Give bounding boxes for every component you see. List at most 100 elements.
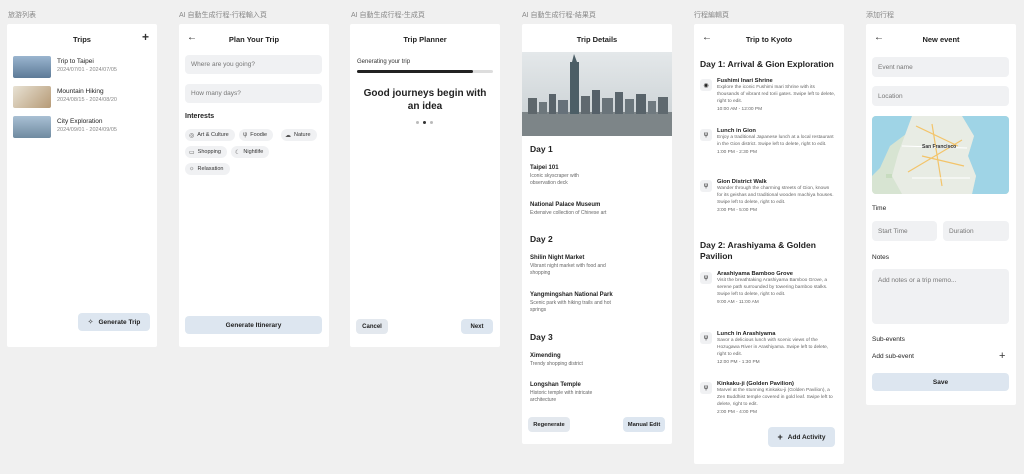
location-input[interactable]: Location bbox=[872, 86, 1009, 106]
next-button[interactable]: Next bbox=[461, 319, 493, 334]
palette-icon: ◎ bbox=[189, 132, 195, 139]
trip-item[interactable]: Trip to Taipei 2024/07/01 - 2024/07/05 bbox=[13, 56, 117, 78]
carousel-dot[interactable] bbox=[430, 121, 433, 124]
cloud-icon: ☁ bbox=[285, 132, 291, 139]
fork-knife-icon: ψ bbox=[243, 132, 248, 138]
trip-dates: 2024/07/01 - 2024/07/05 bbox=[57, 67, 117, 73]
map-city-label: San Francisco bbox=[922, 144, 957, 150]
activity-item[interactable]: ψ Lunch in Arashiyama Savor a delicious l… bbox=[700, 331, 836, 367]
interest-chip[interactable]: ◎ Art & Culture bbox=[185, 129, 235, 141]
activity-item[interactable]: ◉ Fushimi Inari Shrine Explore the iconic… bbox=[700, 78, 836, 114]
activity-time: 3:00 PM - 5:00 PM bbox=[717, 207, 757, 213]
place-item[interactable]: Yangmingshan National Park Scenic park wi… bbox=[530, 292, 645, 315]
activity-desc: Enjoy a traditional Japanese lunch at a … bbox=[717, 135, 834, 147]
place-item[interactable]: Longshan Temple Historic temple with intr… bbox=[530, 382, 645, 405]
activity-time: 9:00 AM - 11:00 AM bbox=[717, 299, 759, 305]
page-title: Trip Planner bbox=[403, 34, 447, 44]
add-trip-button[interactable]: + bbox=[142, 31, 149, 43]
page-title: Trip Details bbox=[576, 34, 618, 44]
chip-label: Nature bbox=[294, 132, 311, 138]
add-subevent-label[interactable]: Add sub-event bbox=[872, 353, 914, 360]
place-name: Taipei 101 bbox=[530, 165, 559, 171]
save-button[interactable]: Save bbox=[872, 373, 1009, 391]
activity-item[interactable]: ψ Arashiyama Bamboo Grove Visit the breat… bbox=[700, 271, 836, 307]
back-arrow-icon[interactable]: ← bbox=[702, 32, 714, 44]
place-item[interactable]: Taipei 101 Iconic skyscraper with observa… bbox=[530, 165, 645, 188]
details-header: Trip Details bbox=[522, 24, 672, 54]
activity-name: Lunch in Arashiyama bbox=[717, 331, 776, 337]
place-item[interactable]: National Palace Museum Extensive collecti… bbox=[530, 202, 645, 217]
carousel-dot[interactable] bbox=[416, 121, 419, 124]
place-desc: Extensive collection of Chinese art bbox=[530, 210, 607, 216]
trip-thumbnail bbox=[13, 116, 51, 138]
activity-item[interactable]: ψ Lunch in Gion Enjoy a traditional Japan… bbox=[700, 128, 836, 157]
page-title: Plan Your Trip bbox=[228, 34, 280, 44]
manual-edit-button[interactable]: Manual Edit bbox=[623, 417, 665, 432]
frame-label-details: AI 自動生成行程-結果頁 bbox=[522, 12, 596, 19]
trip-item[interactable]: City Exploration 2024/09/01 - 2024/09/05 bbox=[13, 116, 117, 138]
eye-icon: ◉ bbox=[700, 79, 712, 91]
regenerate-button[interactable]: Regenerate bbox=[528, 417, 570, 432]
generate-trip-label: Generate Trip bbox=[98, 318, 141, 326]
duration-input[interactable]: Duration bbox=[943, 221, 1009, 241]
planner-screen: Trip Planner Generating your trip Good j… bbox=[350, 24, 500, 347]
add-activity-button[interactable]: + Add Activity bbox=[768, 427, 835, 447]
page-title: New event bbox=[922, 34, 960, 44]
location-map[interactable]: San Francisco bbox=[872, 116, 1009, 194]
destination-input[interactable]: Where are you going? bbox=[185, 55, 322, 74]
back-arrow-icon[interactable]: ← bbox=[874, 32, 886, 44]
back-arrow-icon[interactable]: ← bbox=[187, 32, 199, 44]
carousel-dot-active[interactable] bbox=[423, 121, 426, 124]
trip-name: Trip to Taipei bbox=[57, 58, 94, 65]
trip-item[interactable]: Mountain Hiking 2024/08/15 - 2024/08/20 bbox=[13, 86, 117, 108]
activity-time: 1:00 PM - 2:30 PM bbox=[717, 149, 757, 155]
interest-chip[interactable]: ▭ Shopping bbox=[185, 146, 227, 158]
activity-name: Kinkaku-ji (Golden Pavilion) bbox=[717, 381, 794, 387]
place-name: Longshan Temple bbox=[530, 382, 581, 388]
activity-time: 10:00 AM - 12:00 PM bbox=[717, 106, 763, 112]
event-name-input[interactable]: Event name bbox=[872, 57, 1009, 77]
place-name: Shilin Night Market bbox=[530, 255, 585, 261]
place-name: Ximending bbox=[530, 353, 561, 359]
generate-itinerary-button[interactable]: Generate Itinerary bbox=[185, 316, 322, 334]
interests-heading: Interests bbox=[185, 113, 215, 120]
plan-header: ← Plan Your Trip bbox=[179, 24, 329, 54]
interest-chip[interactable]: ψ Foodie bbox=[239, 129, 274, 141]
generating-status: Generating your trip bbox=[357, 59, 411, 65]
place-name: National Palace Museum bbox=[530, 202, 601, 208]
place-item[interactable]: Ximending Trendy shopping district bbox=[530, 353, 645, 368]
subevents-heading: Sub-events bbox=[872, 336, 905, 343]
trips-header: Trips + bbox=[7, 24, 157, 54]
activity-item[interactable]: ψ Gion District Walk Wander through the c… bbox=[700, 179, 836, 215]
trip-thumbnail bbox=[13, 56, 51, 78]
notes-heading: Notes bbox=[872, 254, 889, 261]
chip-label: Shopping bbox=[197, 149, 221, 155]
place-desc: Iconic skyscraper with observation deck bbox=[530, 173, 579, 187]
fork-knife-icon: ψ bbox=[700, 180, 712, 192]
interest-chip[interactable]: ☾ Nightlife bbox=[231, 146, 270, 158]
place-desc: Trendy shopping district bbox=[530, 361, 583, 367]
planner-header: Trip Planner bbox=[350, 24, 500, 54]
planner-headline: Good journeys begin with an idea bbox=[363, 88, 487, 112]
city-skyline-image bbox=[522, 52, 672, 136]
kyoto-screen: ← Trip to Kyoto Day 1: Arrival & Gion Ex… bbox=[694, 24, 844, 464]
start-time-input[interactable]: Start Time bbox=[872, 221, 937, 241]
add-subevent-plus-icon[interactable]: + bbox=[999, 350, 1005, 362]
activity-desc: Visit the breathtaking Arashiyama Bamboo… bbox=[717, 278, 828, 297]
interest-chip[interactable]: ☼ Relaxation bbox=[185, 163, 230, 175]
sparkle-icon: ✧ bbox=[87, 319, 94, 326]
notes-textarea[interactable]: Add notes or a trip memo... bbox=[872, 269, 1009, 324]
cancel-button[interactable]: Cancel bbox=[356, 319, 388, 334]
sun-icon: ☼ bbox=[189, 166, 195, 172]
activity-item[interactable]: ψ Kinkaku-ji (Golden Pavilion) Marvel at … bbox=[700, 381, 836, 417]
days-input[interactable]: How many days? bbox=[185, 84, 322, 103]
fork-knife-icon: ψ bbox=[700, 382, 712, 394]
generate-trip-button[interactable]: ✧ Generate Trip bbox=[78, 313, 150, 331]
trip-name: City Exploration bbox=[57, 118, 103, 125]
day-heading: Day 3 bbox=[530, 332, 553, 342]
place-item[interactable]: Shilin Night Market Vibrant night market … bbox=[530, 255, 645, 278]
place-desc: Vibrant night market with food and shopp… bbox=[530, 263, 606, 277]
interest-chip[interactable]: ☁ Nature bbox=[281, 129, 317, 141]
page-title: Trips bbox=[73, 34, 91, 44]
trip-dates: 2024/08/15 - 2024/08/20 bbox=[57, 97, 117, 103]
